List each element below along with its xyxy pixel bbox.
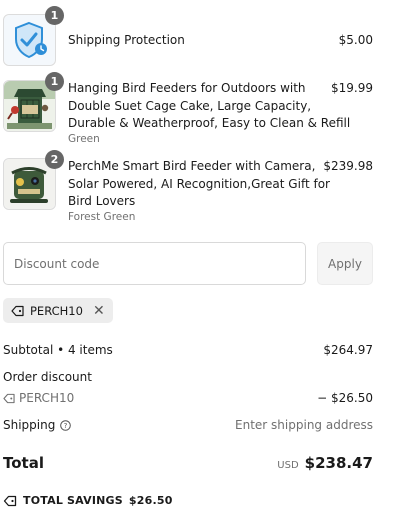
- apply-discount-button[interactable]: Apply: [317, 242, 373, 285]
- applied-discount-chip: PERCH10 ✕: [3, 298, 113, 323]
- currency-code: USD: [277, 460, 299, 471]
- product-thumbnail: 2: [3, 150, 64, 210]
- applied-discount-code: PERCH10: [30, 303, 83, 318]
- discount-code-tag: PERCH10: [3, 391, 74, 405]
- total-row: Total USD $238.47: [3, 454, 373, 472]
- item-price: $239.98: [323, 159, 373, 173]
- item-variant: Green: [68, 133, 100, 145]
- discount-code-text: PERCH10: [19, 391, 75, 405]
- subtotal-row: Subtotal • 4 items $264.97: [3, 343, 373, 357]
- svg-text:?: ?: [64, 422, 68, 430]
- discount-value: − $26.50: [317, 391, 373, 405]
- remove-discount-icon[interactable]: ✕: [93, 304, 105, 318]
- item-price: $5.00: [338, 33, 373, 47]
- cart-item-perchme-smart-feeder: 2 PerchMe Smart Bird Feeder with Camera,…: [3, 150, 375, 228]
- tag-icon: [3, 495, 17, 506]
- item-price: $19.99: [331, 81, 373, 95]
- help-circle-icon[interactable]: ?: [60, 419, 72, 431]
- cart-item-shipping-protection: 1 Shipping Protection $5.00: [3, 6, 375, 66]
- discount-code-input[interactable]: [3, 242, 306, 285]
- quantity-badge: 1: [45, 6, 64, 25]
- item-variant: Forest Green: [68, 211, 136, 223]
- cart-item-hanging-bird-feeder: 1 Hanging Bird Feeders for Outdoors with…: [3, 72, 375, 150]
- shipping-row: Shipping ? Enter shipping address: [3, 418, 373, 432]
- order-discount-label-row: Order discount: [3, 370, 373, 384]
- total-amount: USD $238.47: [277, 454, 373, 472]
- total-savings-value: $26.50: [128, 494, 173, 507]
- tag-icon: [11, 305, 24, 316]
- quantity-badge: 2: [45, 150, 64, 169]
- total-value: $238.47: [304, 454, 373, 472]
- shipping-label: Shipping: [3, 418, 56, 432]
- item-name: PerchMe Smart Bird Feeder with Camera, S…: [68, 159, 330, 208]
- order-discount-row: PERCH10 − $26.50: [3, 391, 373, 407]
- subtotal-value: $264.97: [323, 343, 373, 357]
- shipping-label-group: Shipping ?: [3, 418, 72, 432]
- tag-icon: [3, 393, 15, 403]
- total-savings-label: TOTAL SAVINGS: [23, 494, 123, 507]
- product-thumbnail: 1: [3, 6, 64, 66]
- quantity-badge: 1: [45, 72, 64, 91]
- total-savings-row: TOTAL SAVINGS $26.50: [3, 494, 373, 507]
- order-discount-label: Order discount: [3, 370, 92, 384]
- total-label: Total: [3, 454, 44, 472]
- item-name: Shipping Protection: [68, 33, 185, 47]
- shipping-value: Enter shipping address: [235, 418, 373, 432]
- item-name: Hanging Bird Feeders for Outdoors with D…: [68, 81, 351, 130]
- subtotal-label: Subtotal • 4 items: [3, 343, 113, 357]
- product-thumbnail: 1: [3, 72, 64, 132]
